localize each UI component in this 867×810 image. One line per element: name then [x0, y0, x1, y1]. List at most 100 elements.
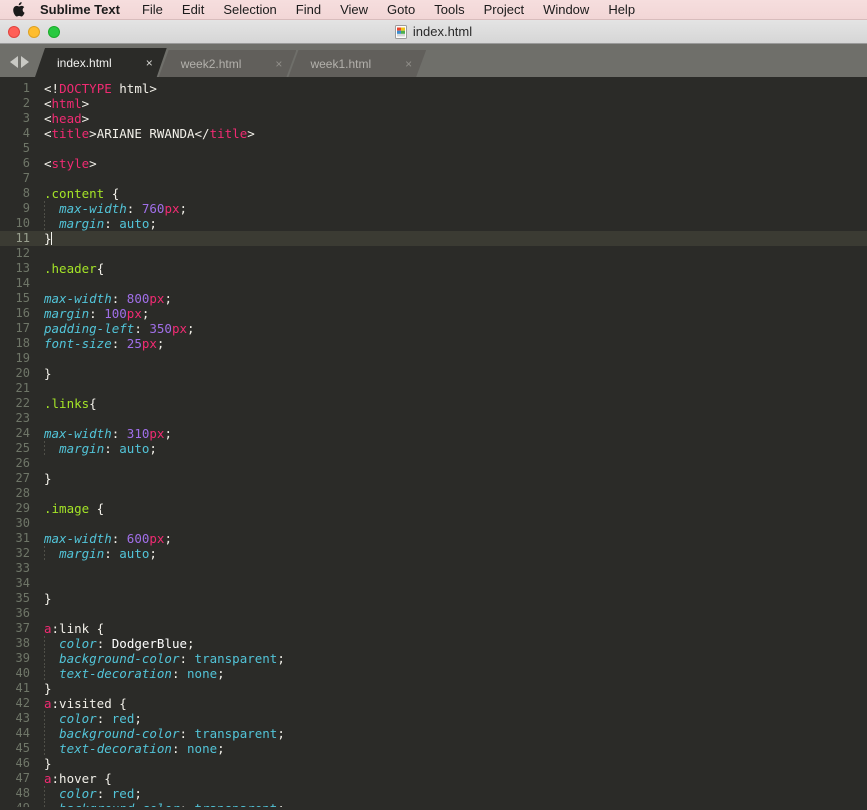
- code-line[interactable]: 38 color: DodgerBlue;: [0, 636, 867, 651]
- code-line[interactable]: 9 max-width: 760px;: [0, 201, 867, 216]
- code-line[interactable]: 5: [0, 141, 867, 156]
- menu-item-goto[interactable]: Goto: [387, 0, 415, 20]
- code-text[interactable]: .content {: [38, 186, 867, 201]
- code-text[interactable]: a:hover {: [38, 771, 867, 786]
- code-line[interactable]: 30: [0, 516, 867, 531]
- code-text[interactable]: [38, 381, 867, 396]
- code-line[interactable]: 37 a:link {: [0, 621, 867, 636]
- menu-item-selection[interactable]: Selection: [223, 0, 276, 20]
- code-text[interactable]: text-decoration: none;: [38, 741, 867, 756]
- code-text[interactable]: [38, 141, 867, 156]
- code-text[interactable]: color: red;: [38, 786, 867, 801]
- code-line[interactable]: 39 background-color: transparent;: [0, 651, 867, 666]
- code-text[interactable]: font-size: 25px;: [38, 336, 867, 351]
- code-line[interactable]: 33: [0, 561, 867, 576]
- code-text[interactable]: background-color: transparent;: [38, 801, 867, 807]
- minimize-button[interactable]: [28, 25, 40, 38]
- code-text[interactable]: max-width: 800px;: [38, 291, 867, 306]
- code-text[interactable]: [38, 516, 867, 531]
- code-text[interactable]: background-color: transparent;: [38, 726, 867, 741]
- close-icon[interactable]: ×: [405, 58, 412, 70]
- menu-item-tools[interactable]: Tools: [434, 0, 464, 20]
- code-text[interactable]: [38, 351, 867, 366]
- code-line[interactable]: 27}: [0, 471, 867, 486]
- code-line[interactable]: 19: [0, 351, 867, 366]
- code-line[interactable]: 6 <style>: [0, 156, 867, 171]
- code-line[interactable]: 17 padding-left: 350px;: [0, 321, 867, 336]
- code-text[interactable]: [38, 606, 867, 621]
- code-text[interactable]: <!DOCTYPE html>: [38, 81, 867, 96]
- code-line[interactable]: 49 background-color: transparent;: [0, 801, 867, 807]
- code-line[interactable]: 1 <!DOCTYPE html>: [0, 81, 867, 96]
- code-text[interactable]: margin: auto;: [38, 441, 867, 456]
- code-text[interactable]: text-decoration: none;: [38, 666, 867, 681]
- code-text[interactable]: a:link {: [38, 621, 867, 636]
- code-text[interactable]: margin: auto;: [38, 546, 867, 561]
- code-line[interactable]: 11}: [0, 231, 867, 246]
- code-text[interactable]: [38, 456, 867, 471]
- code-text[interactable]: max-width: 310px;: [38, 426, 867, 441]
- code-line[interactable]: 31 max-width: 600px;: [0, 531, 867, 546]
- code-line[interactable]: 29 .image {: [0, 501, 867, 516]
- code-line[interactable]: 34: [0, 576, 867, 591]
- menu-item-edit[interactable]: Edit: [182, 0, 204, 20]
- code-text[interactable]: .links{: [38, 396, 867, 411]
- code-line[interactable]: 8 .content {: [0, 186, 867, 201]
- code-line[interactable]: 48 color: red;: [0, 786, 867, 801]
- code-text[interactable]: [38, 171, 867, 186]
- code-text[interactable]: <style>: [38, 156, 867, 171]
- menu-item-sublime-text[interactable]: Sublime Text: [40, 0, 120, 20]
- close-icon[interactable]: ×: [146, 57, 153, 69]
- code-text[interactable]: [38, 576, 867, 591]
- code-line[interactable]: 42 a:visited {: [0, 696, 867, 711]
- code-line[interactable]: 25 margin: auto;: [0, 441, 867, 456]
- code-text[interactable]: }: [38, 591, 867, 606]
- code-text[interactable]: [38, 561, 867, 576]
- code-line[interactable]: 36: [0, 606, 867, 621]
- menu-item-find[interactable]: Find: [296, 0, 321, 20]
- code-line[interactable]: 47 a:hover {: [0, 771, 867, 786]
- code-line[interactable]: 13 .header{: [0, 261, 867, 276]
- code-text[interactable]: [38, 486, 867, 501]
- code-line[interactable]: 7: [0, 171, 867, 186]
- code-line[interactable]: 43 color: red;: [0, 711, 867, 726]
- arrow-left-icon[interactable]: [10, 56, 18, 68]
- code-text[interactable]: padding-left: 350px;: [38, 321, 867, 336]
- code-text[interactable]: background-color: transparent;: [38, 651, 867, 666]
- maximize-button[interactable]: [48, 25, 60, 38]
- code-line[interactable]: 3 <head>: [0, 111, 867, 126]
- menu-item-view[interactable]: View: [340, 0, 368, 20]
- code-line[interactable]: 2 <html>: [0, 96, 867, 111]
- code-line[interactable]: 12: [0, 246, 867, 261]
- code-text[interactable]: max-width: 600px;: [38, 531, 867, 546]
- code-text[interactable]: <title>ARIANE RWANDA</title>: [38, 126, 867, 141]
- code-line[interactable]: 23: [0, 411, 867, 426]
- code-text[interactable]: .header{: [38, 261, 867, 276]
- code-lines[interactable]: 1 <!DOCTYPE html> 2 <html> 3 <head> 4 <title>AR…: [0, 77, 867, 807]
- code-line[interactable]: 45 text-decoration: none;: [0, 741, 867, 756]
- apple-logo-icon[interactable]: [12, 2, 26, 18]
- close-button[interactable]: [8, 25, 20, 38]
- code-text[interactable]: max-width: 760px;: [38, 201, 867, 216]
- code-line[interactable]: 35}: [0, 591, 867, 606]
- arrow-right-icon[interactable]: [21, 56, 29, 68]
- code-line[interactable]: 32 margin: auto;: [0, 546, 867, 561]
- code-line[interactable]: 15 max-width: 800px;: [0, 291, 867, 306]
- tab-week2-html[interactable]: week2.html ×: [159, 50, 297, 77]
- code-line[interactable]: 10 margin: auto;: [0, 216, 867, 231]
- code-text[interactable]: }: [38, 366, 867, 381]
- code-line[interactable]: 20}: [0, 366, 867, 381]
- menu-item-help[interactable]: Help: [608, 0, 635, 20]
- code-text[interactable]: margin: auto;: [38, 216, 867, 231]
- code-line[interactable]: 24 max-width: 310px;: [0, 426, 867, 441]
- code-text[interactable]: <head>: [38, 111, 867, 126]
- code-text[interactable]: }: [38, 681, 867, 696]
- code-line[interactable]: 16 margin: 100px;: [0, 306, 867, 321]
- code-line[interactable]: 41}: [0, 681, 867, 696]
- code-text[interactable]: a:visited {: [38, 696, 867, 711]
- code-text[interactable]: [38, 411, 867, 426]
- menu-item-window[interactable]: Window: [543, 0, 589, 20]
- code-line[interactable]: 46}: [0, 756, 867, 771]
- code-line[interactable]: 18 font-size: 25px;: [0, 336, 867, 351]
- code-text[interactable]: [38, 276, 867, 291]
